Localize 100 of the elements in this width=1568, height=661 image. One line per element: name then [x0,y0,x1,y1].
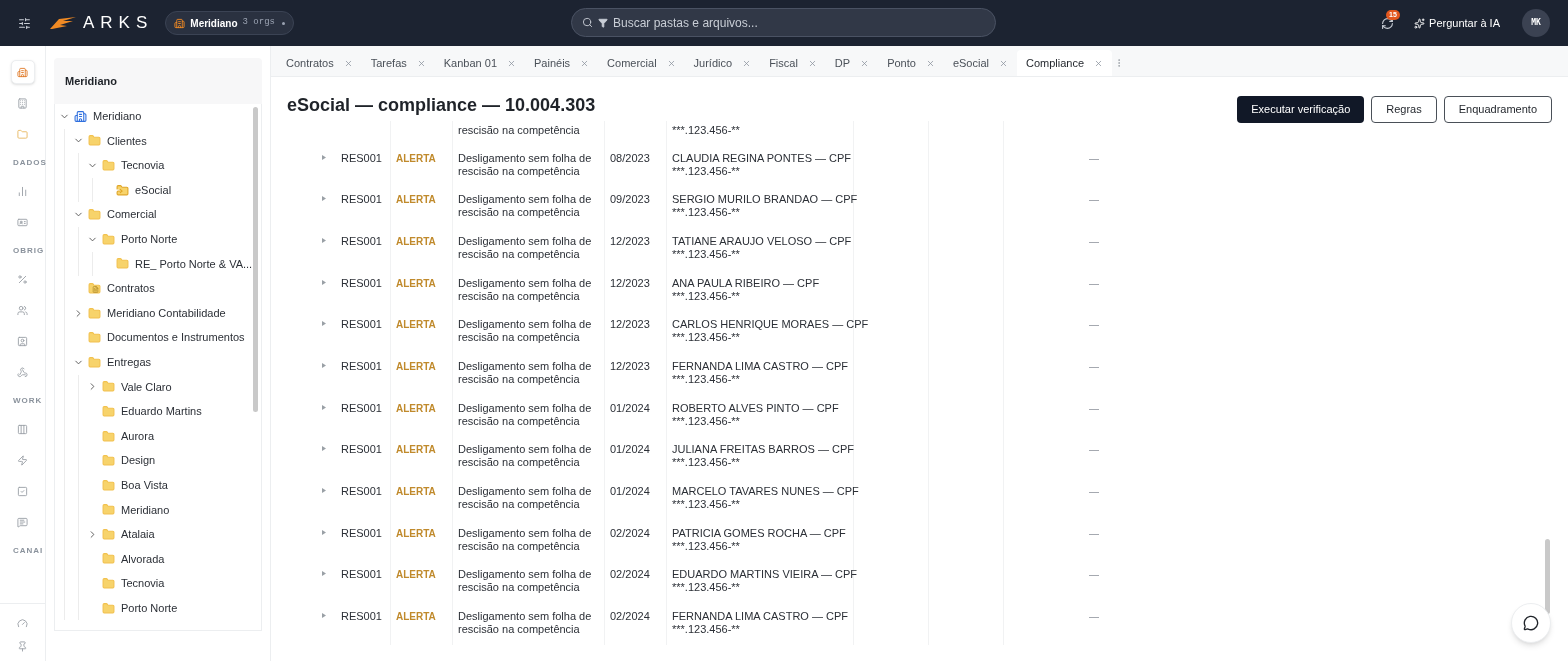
action-button[interactable]: Regras [1371,96,1437,123]
tree-item[interactable]: Contratos [73,276,253,301]
org-switcher[interactable]: Meridiano 3 orgs [165,11,294,35]
tab[interactable]: Comercial [598,50,685,76]
rail-button[interactable] [10,60,35,84]
tree-item[interactable]: Tecnovia [87,571,253,596]
close-icon[interactable] [1094,58,1104,68]
tree-item[interactable]: Meridiano Contabilidade [73,300,253,326]
tab[interactable]: Ponto [878,50,944,76]
table-cell: ***.123.456-** [672,456,740,470]
close-icon[interactable] [416,58,426,68]
action-button[interactable]: Executar verificação [1237,96,1365,123]
pin-icon[interactable] [17,641,28,652]
close-icon[interactable] [742,58,752,68]
table-cell: ***.123.456-** [672,539,740,553]
tree-item[interactable]: Tecnovia [87,153,253,178]
tree-item[interactable]: Boa Vista [87,472,253,498]
tab[interactable]: eSocial [943,50,1017,76]
table-cell: CARLOS HENRIQUE MORAES — CPF [672,318,869,332]
close-icon[interactable] [807,58,817,68]
table-cell: ***.123.456-** [672,247,740,261]
caret-icon[interactable] [322,529,326,535]
folder-icon [17,128,28,140]
tab[interactable]: Painéis [525,50,599,76]
section-label: OBRIG [13,245,45,257]
caret-icon[interactable] [322,613,326,619]
tree-item[interactable]: Entregas [73,349,253,375]
sidebar-header: Meridiano [54,58,262,104]
refresh-icon[interactable] [1381,16,1395,30]
table-cell: RES001 [341,193,382,206]
table-cell-text: Desligamento sem folha de rescisão na competência [458,359,593,386]
scrollbar[interactable] [253,107,258,412]
caret-icon[interactable] [322,571,326,577]
folder-icon [102,478,115,492]
close-icon[interactable] [998,58,1008,68]
table-cell: ***.123.456-** [672,623,740,637]
tree-item[interactable]: Design [87,448,253,473]
table-cell-text: Desligamento sem folha de rescisão na competência [458,401,593,428]
close-icon[interactable] [343,58,353,68]
caret-icon[interactable] [322,321,326,327]
folder-icon [102,404,115,418]
close-icon[interactable] [580,58,590,68]
caret-icon[interactable] [322,196,326,202]
table-cell: 12/2023 [610,318,650,331]
folder-icon [88,331,101,345]
tree-item[interactable]: Comercial [73,202,253,227]
severity-label: ALERTA [396,194,436,206]
caret-icon[interactable] [322,362,326,368]
search-input[interactable]: Buscar pastas e arquivos... [613,13,985,32]
tree-item[interactable]: Atalaia [87,522,253,547]
caret-icon[interactable] [322,446,326,452]
table-cell: RES001 [341,568,382,581]
close-icon[interactable] [860,58,870,68]
folder-icon [102,527,115,541]
ask-ai-button[interactable]: Perguntar à IA [1414,14,1500,32]
table-cell: RES001 [341,401,382,414]
avatar[interactable]: MK [1522,9,1550,37]
chat-button[interactable] [1511,603,1551,643]
webhook-icon [17,366,28,378]
tree-item[interactable]: RE_ Porto Norte & VA... [101,251,253,277]
caret-icon[interactable] [322,237,326,243]
close-icon[interactable] [507,58,516,68]
table-cell: EDUARDO MARTINS VIEIRA — CPF [672,568,857,582]
tree-item[interactable]: Eduardo Martins [87,399,253,424]
table-cell: 02/2024 [610,526,650,539]
tree-item[interactable]: Alvorada [87,546,253,572]
table-cell: 09/2023 [610,193,650,206]
tab[interactable]: Contratos [277,50,362,76]
tree-item[interactable]: Porto Norte [87,226,253,252]
tree-item[interactable]: Aurora [87,423,253,449]
settings-icon[interactable] [18,16,31,30]
table-cell-text: Desligamento sem folha de rescisão na competência [458,318,593,345]
tab[interactable]: Kanban 01 [434,50,525,76]
caret-icon[interactable] [322,488,326,493]
close-icon[interactable] [666,58,676,68]
tab[interactable]: Tarefas [361,50,435,76]
caret-icon[interactable] [322,404,326,410]
tree-item[interactable]: Meridiano [87,497,253,523]
table-cell: ***.123.456-** [672,498,740,511]
table-cell: RES001 [341,234,382,247]
severity-label: ALERTA [396,569,436,581]
tab[interactable]: Jurídico [684,50,761,76]
close-icon[interactable] [925,58,935,68]
tree-item[interactable]: Porto Norte [87,595,253,621]
folder-icon [102,454,115,468]
scrollbar[interactable] [1545,539,1550,614]
tree-item[interactable]: eSocial [101,177,253,203]
search-field[interactable]: Buscar pastas e arquivos... [571,8,996,37]
tab[interactable]: Fiscal [760,50,826,76]
tree-item[interactable]: Meridiano [59,104,253,129]
caret-icon[interactable] [322,279,326,285]
action-button[interactable]: Enquadramento [1443,96,1552,123]
table-cell-text: — [1089,359,1099,374]
tab[interactable]: Compliance [1016,50,1113,76]
gauge-icon[interactable] [17,618,28,629]
tab[interactable]: DP [825,50,879,76]
tree-item[interactable]: Vale Claro [87,374,253,400]
tree-item[interactable]: Clientes [73,128,253,154]
tree-item[interactable]: Documentos e Instrumentos [73,325,253,350]
caret-icon[interactable] [322,154,326,160]
